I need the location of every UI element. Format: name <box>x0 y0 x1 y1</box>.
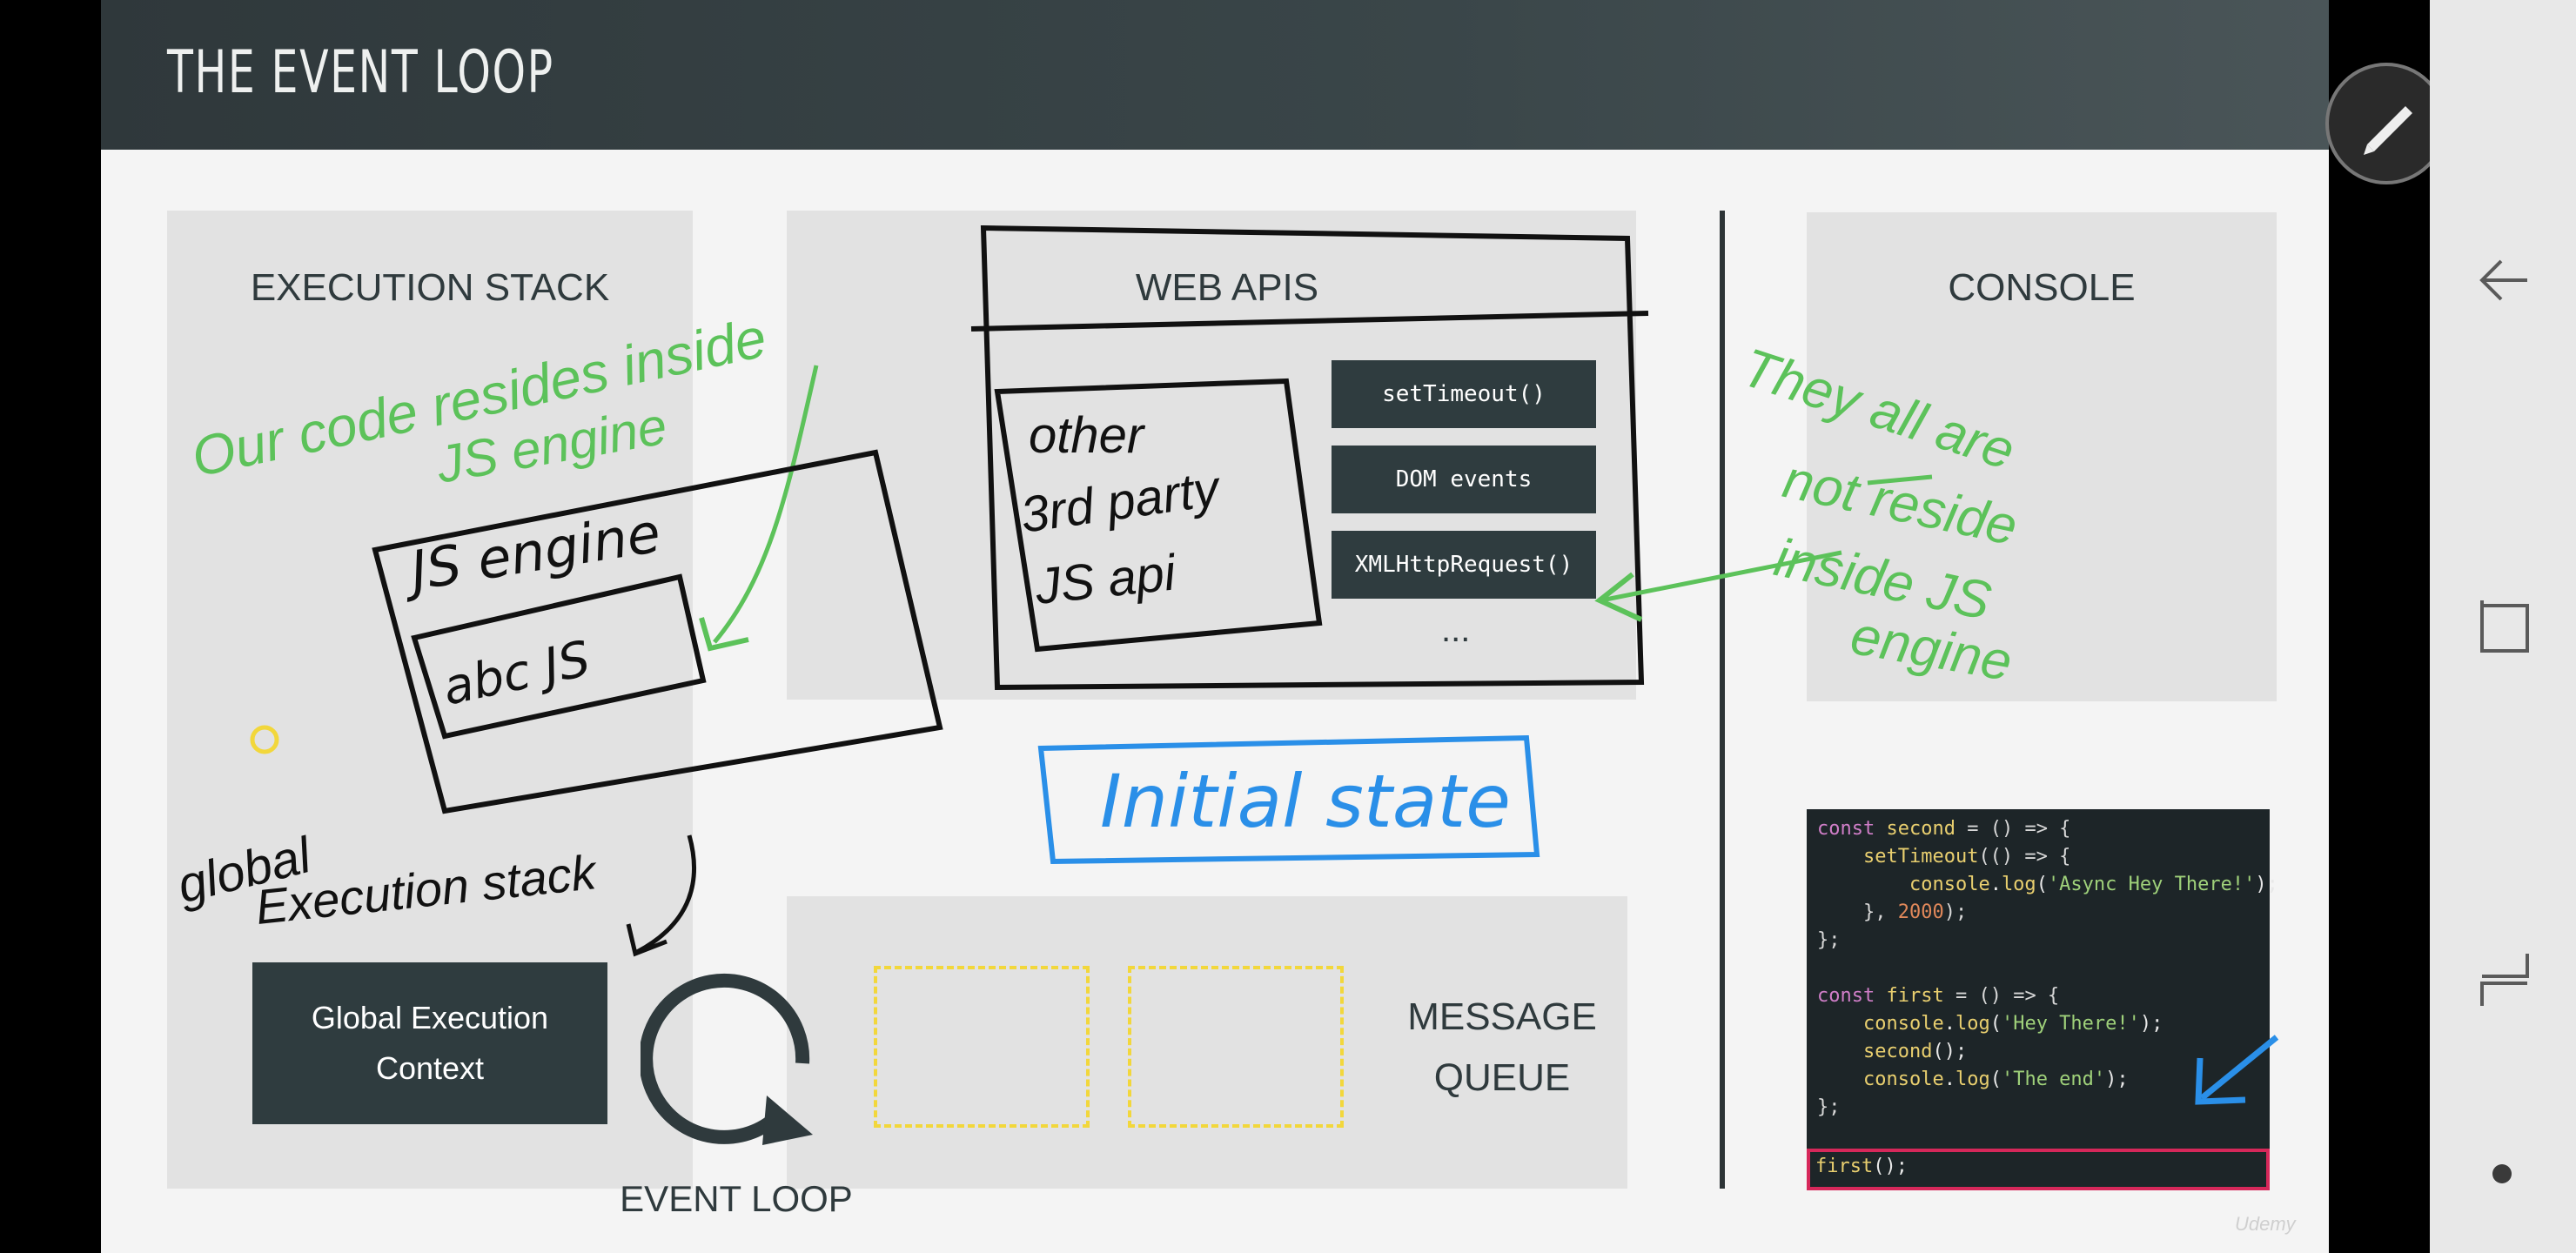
blue-note: Initial state <box>1100 759 1511 844</box>
green-note-2-line1: They all are <box>1735 338 2022 482</box>
recents-icon[interactable] <box>2477 600 2532 656</box>
home-dot-icon[interactable] <box>2492 1164 2512 1183</box>
pencil-button[interactable] <box>2325 63 2447 184</box>
overview-icon[interactable] <box>2477 952 2532 1008</box>
black-box-2-line1: other <box>1029 407 1146 464</box>
black-box-2-line3: JS api <box>1032 544 1180 615</box>
green-note-1: Our code resides inside JS engine <box>186 305 772 493</box>
slide: THE EVENT LOOP EXECUTION STACK Global Ex… <box>101 0 2329 1253</box>
black-box-2-line2: 3rd party <box>1017 459 1225 544</box>
black-box-1-inner: abc JS <box>438 631 594 717</box>
green-note-2: They all are not reside inside JS engine <box>1735 338 2023 693</box>
black-box-2-text: other 3rd party JS api <box>1017 407 1225 615</box>
pencil-icon <box>2364 106 2412 155</box>
back-icon[interactable] <box>2477 252 2532 308</box>
green-note-2-line4: engine <box>1847 606 2016 693</box>
black-note: global Execution stack <box>171 827 600 935</box>
annotation-layer: Our code resides inside JS engine JS eng… <box>171 224 2279 1105</box>
android-nav-bar <box>2430 0 2576 1253</box>
